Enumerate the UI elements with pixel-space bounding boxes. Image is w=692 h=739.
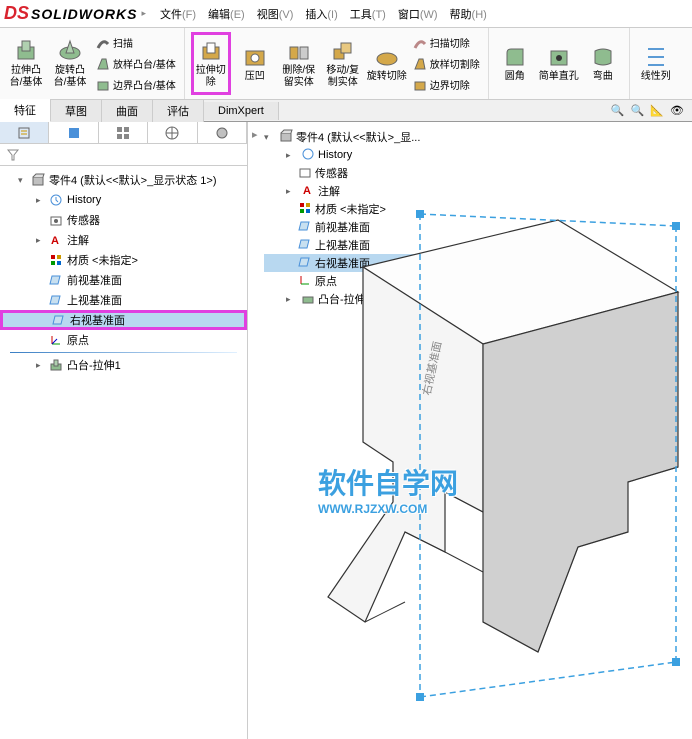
loft-button[interactable]: 放样凸台/基体 — [94, 54, 178, 74]
hole-wizard-button[interactable]: 压凹 — [235, 32, 275, 95]
menu-edit[interactable]: 编辑(E) — [202, 6, 251, 22]
rollback-bar[interactable] — [10, 352, 237, 353]
material-icon — [48, 253, 64, 267]
annotations-icon: A — [48, 233, 64, 247]
fm-tabs — [0, 122, 247, 144]
svg-text:A: A — [51, 235, 59, 247]
fm-tab-display[interactable] — [198, 122, 247, 143]
tree-history[interactable]: ▸ History — [0, 190, 247, 210]
sensors-icon — [48, 213, 64, 227]
revolve-cut-button[interactable]: 旋转切除 — [367, 32, 407, 95]
watermark: 软件自学网 WWW.RJZXW.COM — [318, 462, 458, 516]
solidworks-icon: DS — [4, 3, 29, 24]
tree-extrude1[interactable]: ▸ 凸台-拉伸1 — [0, 355, 247, 375]
extrude-boss-button[interactable]: 拉伸凸台/基体 — [6, 32, 46, 95]
fillet-button[interactable]: 圆角 — [495, 32, 535, 95]
menu-insert[interactable]: 插入(I) — [299, 6, 343, 22]
swept-cut-button[interactable]: 扫描切除 — [411, 33, 482, 53]
linear-pattern-button[interactable]: 线性列 — [636, 32, 676, 95]
tree-top-plane[interactable]: 上视基准面 — [0, 290, 247, 310]
funnel-icon — [6, 148, 20, 162]
move-copy-button[interactable]: 移动/复制实体 — [323, 32, 363, 95]
tab-sketch[interactable]: 草图 — [51, 100, 102, 122]
menubar: DS SOLIDWORKS ▸ 文件(F) 编辑(E) 视图(V) 插入(I) … — [0, 0, 692, 28]
pin-icon[interactable]: ▸ — [141, 8, 146, 19]
menu-view[interactable]: 视图(V) — [251, 6, 300, 22]
feature-manager-panel: ▾ 零件4 (默认<<默认>_显示状态 1>) ▸ History 传感器 ▸ … — [0, 122, 248, 739]
app-logo: DS SOLIDWORKS ▸ — [4, 3, 146, 24]
view-icons: 🔍 🔍 📐 👁 — [611, 104, 692, 117]
tree-origin[interactable]: 原点 — [0, 330, 247, 350]
ribbon: 拉伸凸台/基体 旋转凸台/基体 扫描 放样凸台/基体 边界凸台/基体 拉伸切除 … — [0, 28, 692, 100]
tree-right-plane[interactable]: 右视基准面 — [0, 310, 247, 330]
plane-icon — [48, 293, 64, 307]
revolve-boss-button[interactable]: 旋转凸台/基体 — [50, 32, 90, 95]
tree-front-plane[interactable]: 前视基准面 — [0, 270, 247, 290]
app-name: SOLIDWORKS — [31, 6, 137, 22]
tree-material[interactable]: 材质 <未指定> — [0, 250, 247, 270]
fm-tab-dimxpert[interactable] — [148, 122, 197, 143]
boundary-cut-button[interactable]: 边界切除 — [411, 75, 482, 95]
plane-icon — [48, 273, 64, 287]
tab-dimxpert[interactable]: DimXpert — [204, 102, 279, 120]
tab-evaluate[interactable]: 评估 — [153, 100, 204, 122]
cut-extrude-button[interactable]: 拉伸切除 — [191, 32, 231, 95]
menu-window[interactable]: 窗口(W) — [392, 6, 444, 22]
boundary-button[interactable]: 边界凸台/基体 — [94, 75, 178, 95]
tree-root[interactable]: ▾ 零件4 (默认<<默认>_显示状态 1>) — [0, 170, 247, 190]
tab-features[interactable]: 特征 — [0, 99, 51, 122]
zoom-icon[interactable]: 🔍 — [611, 104, 625, 117]
swept-button[interactable]: 扫描 — [94, 33, 178, 53]
model-view[interactable]: 右视基准面 — [248, 122, 692, 739]
menu-help[interactable]: 帮助(H) — [444, 6, 493, 22]
expand-icon[interactable]: ▸ — [36, 235, 48, 246]
collapse-icon[interactable]: ▾ — [18, 175, 30, 186]
history-icon — [48, 193, 64, 207]
menu-tools[interactable]: 工具(T) — [344, 6, 392, 22]
command-tabs: 特征 草图 曲面 评估 DimXpert 🔍 🔍 📐 👁 — [0, 100, 692, 122]
feature-tree: ▾ 零件4 (默认<<默认>_显示状态 1>) ▸ History 传感器 ▸ … — [0, 166, 247, 379]
part-icon — [30, 173, 46, 187]
graphics-area[interactable]: ▸ ▾ 零件4 (默认<<默认>_显... ▸History 传感器 ▸A注解 … — [248, 122, 692, 739]
expand-icon[interactable]: ▸ — [36, 360, 48, 371]
delete-keep-button[interactable]: 删除/保留实体 — [279, 32, 319, 95]
expand-icon[interactable]: ▸ — [36, 195, 48, 206]
origin-icon — [48, 333, 64, 347]
fm-filter[interactable] — [0, 144, 247, 166]
tab-surfaces[interactable]: 曲面 — [102, 100, 153, 122]
fm-tab-tree[interactable] — [0, 122, 49, 143]
fm-tab-property[interactable] — [49, 122, 98, 143]
tree-annotations[interactable]: ▸ A 注解 — [0, 230, 247, 250]
view-icon[interactable]: 👁 — [670, 104, 684, 117]
simple-hole-button[interactable]: 简单直孔 — [539, 32, 579, 95]
menu-file[interactable]: 文件(F) — [154, 6, 202, 22]
extrude-icon — [48, 358, 64, 372]
fm-tab-config[interactable] — [99, 122, 148, 143]
tree-sensors[interactable]: 传感器 — [0, 210, 247, 230]
loft-cut-button[interactable]: 放样切割除 — [411, 54, 482, 74]
wrap-button[interactable]: 弯曲 — [583, 32, 623, 95]
orient-icon[interactable]: 📐 — [650, 104, 664, 117]
plane-icon — [51, 313, 67, 327]
zoom-fit-icon[interactable]: 🔍 — [631, 104, 645, 117]
